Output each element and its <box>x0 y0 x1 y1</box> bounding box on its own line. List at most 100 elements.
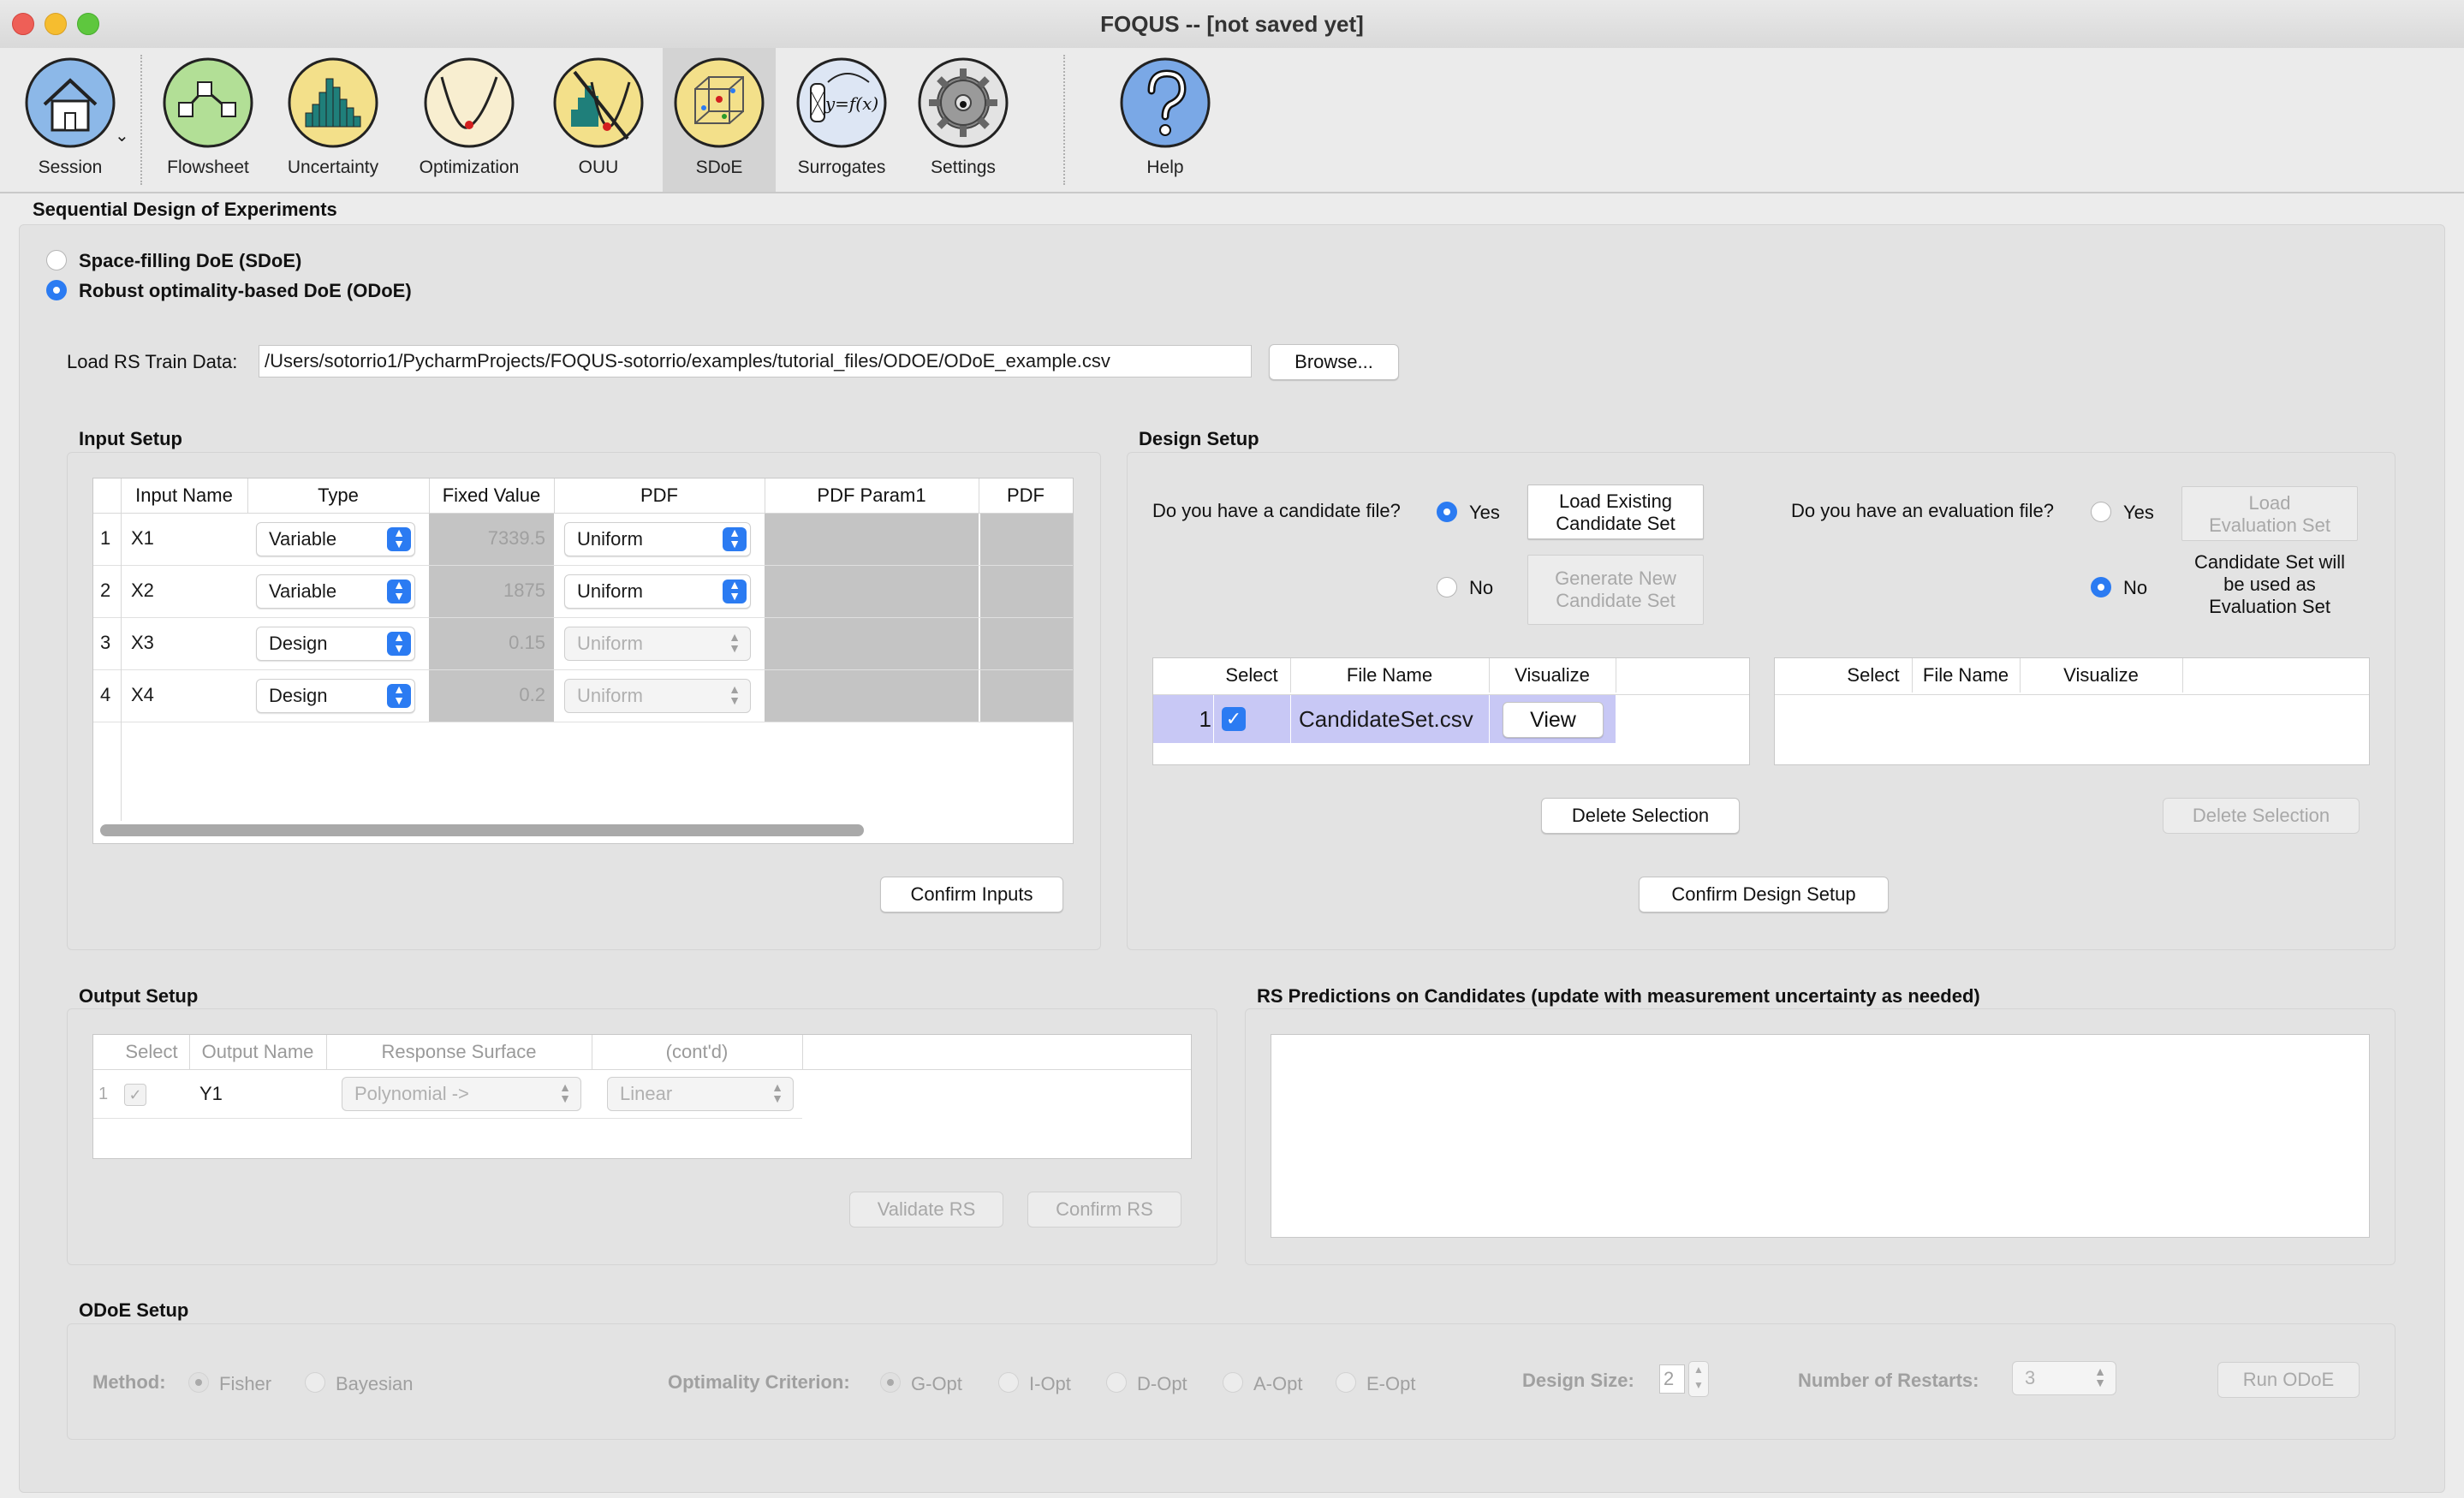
restarts-label: Number of Restarts: <box>1798 1370 1979 1391</box>
col-file-name[interactable]: File Name <box>1290 658 1490 693</box>
select-arrows-icon: ▲ ▼ <box>387 631 411 656</box>
table-row[interactable]: 1 X1 Variable ▲ ▼ 7339.5 Uniform ▲ ▼ <box>93 514 1073 566</box>
col-pdf-param1[interactable]: PDF Param1 <box>765 479 979 513</box>
evaluation-table[interactable]: Select File Name Visualize <box>1774 657 2370 765</box>
table-row[interactable]: 1 ✓ Y1 Polynomial -> ▲ ▼ Linear ▲ ▼ <box>93 1070 802 1119</box>
pdf-select: Uniform ▲ ▼ <box>564 627 751 661</box>
table-row[interactable]: 2 X2 Variable ▲ ▼ 1875 Uniform ▲ ▼ <box>93 566 1073 618</box>
input-table-header: Input Name Type Fixed Value PDF PDF Para… <box>93 479 1073 514</box>
main-toolbar: ⌄ Session Flowsheet Uncertainty Optimiza… <box>0 48 2464 193</box>
col-type[interactable]: Type <box>247 479 430 513</box>
type-select[interactable]: Design ▲ ▼ <box>256 679 415 713</box>
toolbar-sdoe[interactable]: SDoE <box>663 48 776 192</box>
output-table[interactable]: Select Output Name Response Surface (con… <box>92 1034 1192 1159</box>
chevron-down-icon[interactable]: ⌄ <box>115 125 129 146</box>
method-fisher-radio <box>188 1372 209 1393</box>
type-select[interactable]: Variable ▲ ▼ <box>256 574 415 609</box>
select-arrows-icon: ▲ ▼ <box>729 682 741 707</box>
optimization-curve-icon <box>424 57 515 148</box>
select-checkbox[interactable]: ✓ <box>1222 707 1246 731</box>
restarts-select: 3 ▲ ▼ <box>2012 1361 2116 1395</box>
col-select[interactable]: Select <box>114 1035 190 1069</box>
surrogate-function-icon: y=f(x) <box>796 57 887 148</box>
col-select[interactable]: Select <box>1835 658 1913 693</box>
odoe-radio-label: Robust optimality-based DoE (ODoE) <box>79 280 412 301</box>
col-output-name[interactable]: Output Name <box>189 1035 327 1069</box>
pdf-param1-cell <box>765 514 979 565</box>
table-row[interactable]: 3 X3 Design ▲ ▼ 0.15 Uniform ▲ ▼ <box>93 618 1073 670</box>
histogram-icon <box>288 57 378 148</box>
col-visualize[interactable]: Visualize <box>2020 658 2183 693</box>
browse-button[interactable]: Browse... <box>1269 344 1399 380</box>
toolbar-settings[interactable]: Settings <box>908 48 1019 192</box>
pdf-select[interactable]: Uniform ▲ ▼ <box>564 522 751 556</box>
toolbar-flowsheet[interactable]: Flowsheet <box>154 48 262 192</box>
horizontal-scrollbar[interactable] <box>100 824 864 836</box>
rs-predictions-title: RS Predictions on Candidates (update wit… <box>1257 985 1980 1007</box>
title-bar: FOQUS -- [not saved yet] <box>0 0 2464 49</box>
confirm-design-setup-button[interactable]: Confirm Design Setup <box>1639 877 1889 912</box>
table-row[interactable]: 4 X4 Design ▲ ▼ 0.2 Uniform ▲ ▼ <box>93 670 1073 722</box>
input-table[interactable]: Input Name Type Fixed Value PDF PDF Para… <box>92 478 1074 844</box>
col-pdf[interactable]: PDF <box>554 479 765 513</box>
validate-rs-button: Validate RS <box>849 1192 1003 1228</box>
candidate-question: Do you have a candidate file? <box>1152 500 1401 521</box>
col-fixed-value[interactable]: Fixed Value <box>429 479 555 513</box>
output-name-cell: Y1 <box>199 1083 223 1104</box>
select-arrows-icon: ▲ ▼ <box>723 579 747 603</box>
toolbar-ouu[interactable]: OUU <box>545 48 652 192</box>
sdoe-radio[interactable] <box>46 250 67 270</box>
rs-predictions-table[interactable] <box>1271 1034 2370 1238</box>
svg-text:y=f(x): y=f(x) <box>824 93 878 114</box>
window-title: FOQUS -- [not saved yet] <box>1100 11 1364 37</box>
sdoe-cube-icon <box>674 57 765 148</box>
evaluation-no-radio[interactable] <box>2091 577 2111 597</box>
pdf-param2-cell <box>980 514 1073 565</box>
output-select-checkbox: ✓ <box>124 1084 146 1106</box>
table-row[interactable]: 1 ✓ CandidateSet.csv View <box>1153 695 1616 743</box>
select-arrows-icon: ▲ ▼ <box>387 579 411 603</box>
pdf-select[interactable]: Uniform ▲ ▼ <box>564 574 751 609</box>
load-existing-candidate-button[interactable]: Load Existing Candidate Set <box>1527 484 1704 539</box>
delete-selection-button[interactable]: Delete Selection <box>1541 798 1740 834</box>
output-setup-title: Output Setup <box>79 985 199 1007</box>
candidate-no-radio[interactable] <box>1437 577 1457 597</box>
fixed-value-cell: 0.15 <box>429 618 554 669</box>
input-setup-title: Input Setup <box>79 428 182 449</box>
pdf-param2-cell <box>980 618 1073 669</box>
type-select[interactable]: Design ▲ ▼ <box>256 627 415 661</box>
toolbar-help[interactable]: Help <box>1110 48 1221 192</box>
pdf-param2-cell <box>980 670 1073 722</box>
toolbar-surrogates[interactable]: y=f(x) Surrogates <box>786 48 897 192</box>
col-pdf-param2[interactable]: PDF <box>979 479 1073 513</box>
fixed-value-cell: 1875 <box>429 566 554 617</box>
toolbar-uncertainty[interactable]: Uncertainty <box>279 48 387 192</box>
col-input-name[interactable]: Input Name <box>121 479 248 513</box>
odoe-radio[interactable] <box>46 280 67 300</box>
select-arrows-icon: ▲ ▼ <box>723 526 747 551</box>
col-visualize[interactable]: Visualize <box>1489 658 1616 693</box>
toolbar-session[interactable]: ⌄ Session <box>7 48 134 192</box>
candidate-yes-radio[interactable] <box>1437 502 1457 522</box>
col-response-surface[interactable]: Response Surface <box>326 1035 592 1069</box>
col-contd[interactable]: (cont'd) <box>592 1035 803 1069</box>
criterion-a-opt-radio <box>1223 1372 1243 1393</box>
type-select[interactable]: Variable ▲ ▼ <box>256 522 415 556</box>
view-button[interactable]: View <box>1503 702 1604 738</box>
select-arrows-icon: ▲ ▼ <box>387 526 411 551</box>
pdf-select: Uniform ▲ ▼ <box>564 679 751 713</box>
input-name-cell: X1 <box>131 527 154 549</box>
confirm-inputs-button[interactable]: Confirm Inputs <box>880 877 1063 912</box>
confirm-rs-button: Confirm RS <box>1027 1192 1181 1228</box>
rs-train-path-field[interactable]: /Users/sotorrio1/PycharmProjects/FOQUS-s… <box>259 345 1252 377</box>
flowsheet-icon <box>163 57 253 148</box>
criterion-d-opt-radio <box>1106 1372 1127 1393</box>
evaluation-yes-radio[interactable] <box>2091 502 2111 522</box>
col-file-name[interactable]: File Name <box>1912 658 2021 693</box>
evaluation-question: Do you have an evaluation file? <box>1791 500 2054 521</box>
ouu-icon <box>553 57 644 148</box>
select-arrows-icon: ▲ ▼ <box>387 683 411 708</box>
toolbar-optimization[interactable]: Optimization <box>409 48 529 192</box>
candidate-table[interactable]: Select File Name Visualize 1 ✓ Candidate… <box>1152 657 1750 765</box>
col-select[interactable]: Select <box>1213 658 1291 693</box>
